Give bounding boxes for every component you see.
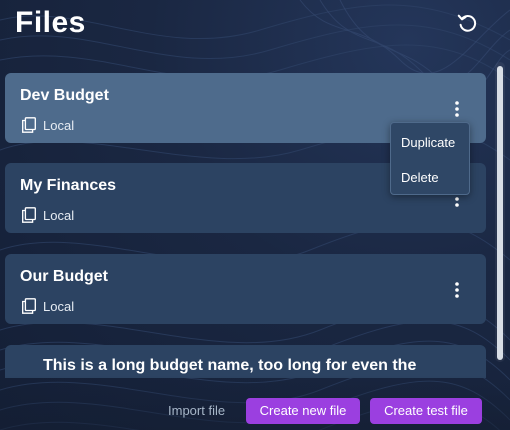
refresh-icon[interactable] xyxy=(456,12,478,34)
copy-icon xyxy=(22,298,36,314)
menu-item-duplicate[interactable]: Duplicate xyxy=(401,135,455,150)
kebab-icon[interactable] xyxy=(450,280,464,300)
import-file-button[interactable]: Import file xyxy=(168,403,225,418)
menu-item-delete[interactable]: Delete xyxy=(401,170,439,185)
file-location: Local xyxy=(20,205,74,225)
file-name: Our Budget xyxy=(20,268,108,285)
create-test-file-button[interactable]: Create test file xyxy=(370,398,482,424)
file-location-label: Local xyxy=(43,207,75,223)
file-location: Local xyxy=(20,296,74,316)
file-name: My Finances xyxy=(20,177,117,194)
copy-icon xyxy=(22,207,36,223)
file-name: Dev Budget xyxy=(20,87,109,104)
file-list: Dev Budget Local My Finances Local Our B… xyxy=(0,68,490,378)
page-title: Files xyxy=(15,6,86,39)
file-card-our-budget[interactable]: Our Budget Local xyxy=(5,254,486,324)
create-new-file-button[interactable]: Create new file xyxy=(246,398,360,424)
file-location: Local xyxy=(20,115,74,135)
file-context-menu: Duplicate Delete xyxy=(390,122,470,195)
file-location-label: Local xyxy=(43,298,75,314)
file-location-label: Local xyxy=(43,117,75,133)
file-name: This is a long budget name, too long for… xyxy=(43,357,417,374)
kebab-icon[interactable] xyxy=(450,99,464,119)
scrollbar-thumb[interactable] xyxy=(497,66,503,360)
copy-icon xyxy=(22,117,36,133)
file-card-long-name[interactable]: This is a long budget name, too long for… xyxy=(5,345,486,378)
